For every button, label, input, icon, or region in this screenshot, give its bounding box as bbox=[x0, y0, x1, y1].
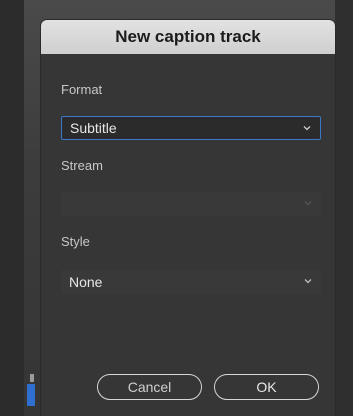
format-select-value: Subtitle bbox=[70, 120, 117, 136]
style-select[interactable]: None bbox=[61, 270, 321, 294]
format-label: Format bbox=[61, 82, 103, 97]
new-caption-track-dialog: New caption track Format Subtitle Stream… bbox=[41, 20, 335, 416]
chevron-down-icon bbox=[302, 123, 312, 133]
format-select[interactable]: Subtitle bbox=[61, 116, 321, 140]
stream-select[interactable] bbox=[61, 192, 321, 216]
right-panel-edge bbox=[335, 0, 353, 416]
cancel-button[interactable]: Cancel bbox=[97, 374, 202, 400]
style-label: Style bbox=[61, 234, 90, 249]
chevron-down-icon bbox=[303, 198, 313, 208]
dialog-title: New caption track bbox=[115, 27, 261, 46]
style-select-value: None bbox=[69, 274, 103, 290]
dialog-title-bar: New caption track bbox=[41, 20, 335, 54]
chevron-down-icon bbox=[303, 276, 313, 286]
ok-button[interactable]: OK bbox=[214, 374, 319, 400]
timeline-marker[interactable] bbox=[27, 384, 35, 406]
timeline-tick bbox=[30, 374, 34, 382]
stream-label: Stream bbox=[61, 158, 103, 173]
left-panel-edge bbox=[0, 0, 24, 416]
